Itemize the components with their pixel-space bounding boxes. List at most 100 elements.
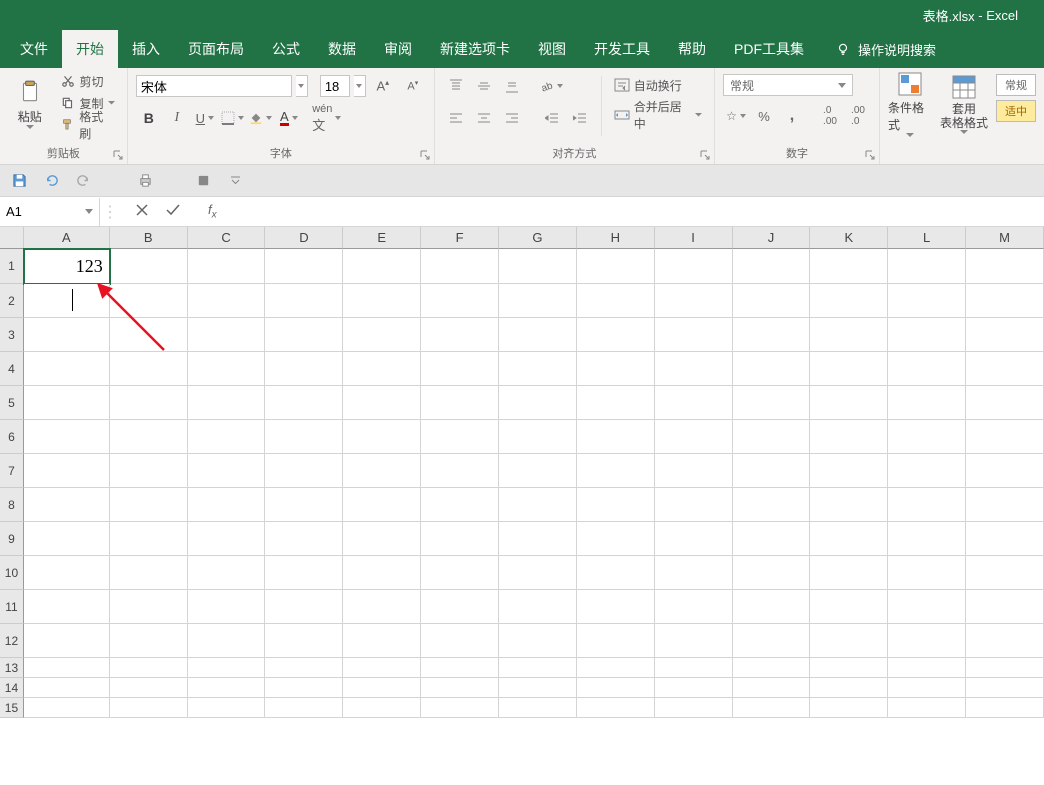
decrease-decimal-button[interactable]: .00.0 (845, 104, 871, 128)
row-header-12[interactable]: 12 (0, 624, 24, 658)
tab-newtab[interactable]: 新建选项卡 (426, 30, 524, 68)
cell-E5[interactable] (343, 386, 421, 420)
cell-I11[interactable] (655, 590, 733, 624)
cell-G10[interactable] (499, 556, 577, 590)
cell-F13[interactable] (421, 658, 499, 678)
cell-D5[interactable] (265, 386, 343, 420)
cell-E13[interactable] (343, 658, 421, 678)
underline-button[interactable]: U (192, 106, 218, 130)
cell-I15[interactable] (655, 698, 733, 718)
cell-F12[interactable] (421, 624, 499, 658)
cell-B13[interactable] (110, 658, 188, 678)
cell-J5[interactable] (733, 386, 811, 420)
cell-F10[interactable] (421, 556, 499, 590)
cell-C2[interactable] (188, 284, 266, 318)
cell-I3[interactable] (655, 318, 733, 352)
cell-A7[interactable] (24, 454, 110, 488)
cell-I6[interactable] (655, 420, 733, 454)
merge-center-button[interactable]: 合并后居中 (610, 104, 706, 126)
cell-D12[interactable] (265, 624, 343, 658)
cell-J9[interactable] (733, 522, 811, 556)
tab-dev[interactable]: 开发工具 (580, 30, 664, 68)
tell-me-search[interactable]: 操作说明搜索 (836, 30, 936, 68)
cell-L11[interactable] (888, 590, 966, 624)
column-header-B[interactable]: B (110, 227, 188, 249)
cell-G2[interactable] (499, 284, 577, 318)
cell-H1[interactable] (577, 249, 655, 284)
tab-formulas[interactable]: 公式 (258, 30, 314, 68)
cell-J10[interactable] (733, 556, 811, 590)
cell-J7[interactable] (733, 454, 811, 488)
cell-L2[interactable] (888, 284, 966, 318)
cell-F15[interactable] (421, 698, 499, 718)
column-header-M[interactable]: M (966, 227, 1044, 249)
align-left-button[interactable] (443, 106, 469, 130)
cell-H8[interactable] (577, 488, 655, 522)
cell-A3[interactable] (24, 318, 110, 352)
cell-style-normal[interactable]: 常规 (996, 74, 1036, 96)
cell-E6[interactable] (343, 420, 421, 454)
cell-M3[interactable] (966, 318, 1044, 352)
cell-D15[interactable] (265, 698, 343, 718)
cell-A11[interactable] (24, 590, 110, 624)
row-header-5[interactable]: 5 (0, 386, 24, 420)
column-header-L[interactable]: L (888, 227, 966, 249)
cell-F5[interactable] (421, 386, 499, 420)
cell-M10[interactable] (966, 556, 1044, 590)
cell-A5[interactable] (24, 386, 110, 420)
cell-F4[interactable] (421, 352, 499, 386)
cell-E3[interactable] (343, 318, 421, 352)
cell-H9[interactable] (577, 522, 655, 556)
tab-home[interactable]: 开始 (62, 30, 118, 68)
cell-C4[interactable] (188, 352, 266, 386)
cell-C12[interactable] (188, 624, 266, 658)
cell-M8[interactable] (966, 488, 1044, 522)
cell-K3[interactable] (810, 318, 888, 352)
cell-B3[interactable] (110, 318, 188, 352)
column-header-D[interactable]: D (265, 227, 343, 249)
confirm-edit-button[interactable] (166, 203, 180, 221)
cell-J8[interactable] (733, 488, 811, 522)
cell-K8[interactable] (810, 488, 888, 522)
increase-decimal-button[interactable]: .0.00 (817, 104, 843, 128)
cell-G14[interactable] (499, 678, 577, 698)
cell-style-neutral[interactable]: 适中 (996, 100, 1036, 122)
cell-H4[interactable] (577, 352, 655, 386)
font-name-dropdown[interactable] (296, 75, 308, 97)
row-header-14[interactable]: 14 (0, 678, 24, 698)
format-as-table-button[interactable]: 套用 表格格式 (936, 70, 992, 138)
cell-G6[interactable] (499, 420, 577, 454)
cell-B7[interactable] (110, 454, 188, 488)
cell-K14[interactable] (810, 678, 888, 698)
cell-A10[interactable] (24, 556, 110, 590)
formula-bar-input[interactable] (233, 197, 1044, 226)
print-preview-button[interactable] (134, 170, 156, 192)
row-header-6[interactable]: 6 (0, 420, 24, 454)
cell-F2[interactable] (421, 284, 499, 318)
row-header-13[interactable]: 13 (0, 658, 24, 678)
cell-B6[interactable] (110, 420, 188, 454)
cell-M6[interactable] (966, 420, 1044, 454)
cell-H3[interactable] (577, 318, 655, 352)
cell-M1[interactable] (966, 249, 1044, 284)
phonetic-guide-button[interactable]: wén文 (314, 106, 340, 130)
cell-G4[interactable] (499, 352, 577, 386)
cell-A15[interactable] (24, 698, 110, 718)
cell-H5[interactable] (577, 386, 655, 420)
cell-M2[interactable] (966, 284, 1044, 318)
undo-button[interactable] (40, 170, 62, 192)
cell-H15[interactable] (577, 698, 655, 718)
row-header-8[interactable]: 8 (0, 488, 24, 522)
cell-L9[interactable] (888, 522, 966, 556)
cell-H12[interactable] (577, 624, 655, 658)
tab-review[interactable]: 审阅 (370, 30, 426, 68)
cell-K1[interactable] (810, 249, 888, 284)
tab-insert[interactable]: 插入 (118, 30, 174, 68)
column-header-A[interactable]: A (24, 227, 110, 249)
cell-M12[interactable] (966, 624, 1044, 658)
cell-L10[interactable] (888, 556, 966, 590)
cell-K12[interactable] (810, 624, 888, 658)
row-header-9[interactable]: 9 (0, 522, 24, 556)
row-header-10[interactable]: 10 (0, 556, 24, 590)
cell-A13[interactable] (24, 658, 110, 678)
